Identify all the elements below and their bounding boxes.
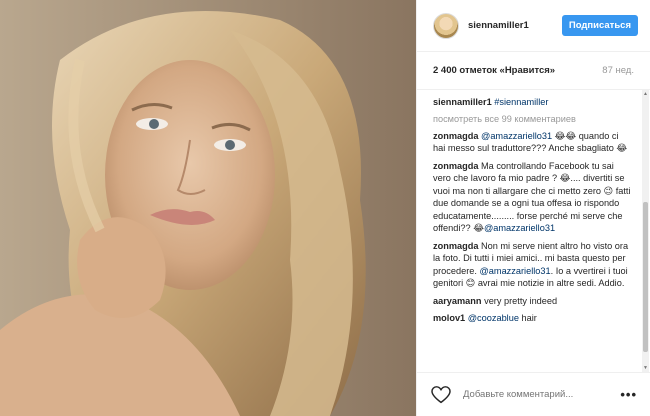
post-details-panel: siennamiller1 Подписаться 2 400 отметок …: [416, 0, 650, 416]
load-more-comments-link[interactable]: посмотреть все 99 комментариев: [433, 114, 633, 124]
more-options-icon[interactable]: •••: [620, 387, 637, 402]
comment-mention[interactable]: @amazzariello31: [484, 223, 555, 233]
comment-username[interactable]: zonmagda: [433, 131, 478, 141]
caption-username[interactable]: siennamiller1: [433, 97, 492, 107]
caption: siennamiller1 #siennamiller: [433, 96, 633, 109]
post-username[interactable]: siennamiller1: [468, 20, 562, 31]
comments-list: siennamiller1 #siennamiller посмотреть в…: [417, 90, 643, 372]
comment-username[interactable]: aaryamann: [433, 296, 482, 306]
post-photo[interactable]: [0, 0, 416, 416]
comment-username[interactable]: zonmagda: [433, 161, 478, 171]
likes-count[interactable]: 2 400 отметок «Нравится»: [433, 65, 555, 76]
avatar[interactable]: [433, 12, 459, 39]
post-header: siennamiller1 Подписаться: [417, 0, 650, 52]
comment-username[interactable]: molov1: [433, 313, 465, 323]
portrait-image: [0, 0, 416, 416]
heart-icon[interactable]: [431, 385, 451, 404]
caption-hashtag[interactable]: #siennamiller: [494, 97, 548, 107]
comment-text: hair: [518, 313, 537, 323]
comment-mention[interactable]: @amazzariello31: [479, 266, 550, 276]
scroll-thumb[interactable]: [643, 202, 648, 352]
comment-mention[interactable]: @amazzariello31: [481, 131, 552, 141]
comment-input[interactable]: [463, 389, 621, 400]
post-age: 87 нед.: [602, 65, 634, 76]
comment-item: molov1 @coozablue hair: [433, 312, 633, 325]
comment-footer: •••: [417, 372, 650, 416]
comment-item: zonmagda Non mi serve nient altro ho vis…: [433, 240, 633, 290]
scroll-up-arrow-icon[interactable]: ▲: [642, 90, 649, 98]
comments-scrollbar[interactable]: ▲ ▼: [642, 90, 649, 372]
post-meta: 2 400 отметок «Нравится» 87 нед.: [417, 52, 650, 90]
comment-item: zonmagda @amazzariello31 😂😂 quando ci ha…: [433, 130, 633, 155]
comment-item: zonmagda Ma controllando Facebook tu sai…: [433, 160, 633, 235]
follow-button[interactable]: Подписаться: [561, 15, 638, 36]
comment-item: aaryamann very pretty indeed: [433, 295, 633, 308]
comment-mention[interactable]: @coozablue: [468, 313, 519, 323]
scroll-down-arrow-icon[interactable]: ▼: [642, 364, 649, 372]
comment-text: very pretty indeed: [484, 295, 558, 306]
comment-username[interactable]: zonmagda: [433, 241, 478, 251]
